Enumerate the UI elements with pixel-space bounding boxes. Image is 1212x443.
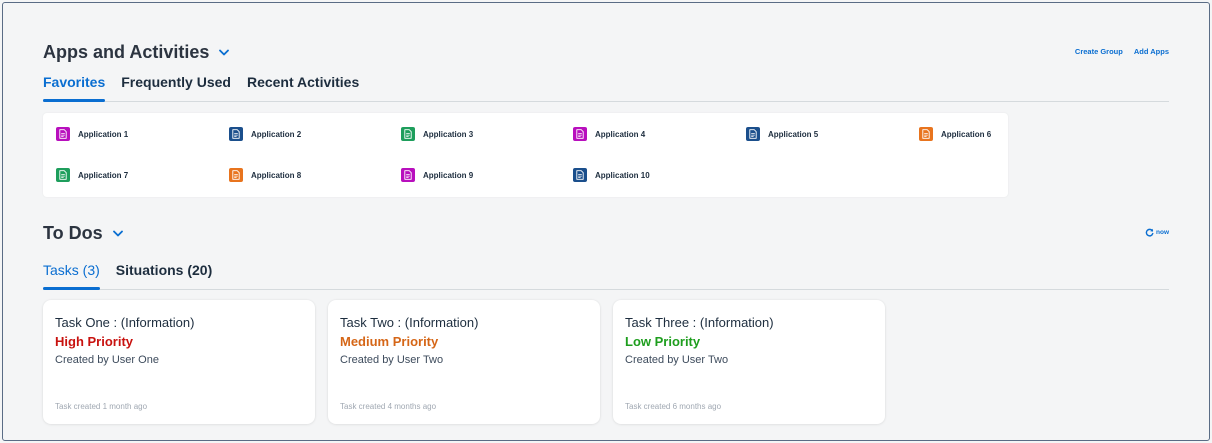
chevron-down-icon[interactable] xyxy=(218,47,230,59)
app-tile[interactable]: Application 1 xyxy=(56,127,128,141)
app-tile[interactable]: Application 5 xyxy=(746,127,818,141)
create-group-link[interactable]: Create Group xyxy=(1075,47,1123,56)
task-creator: Created by User Two xyxy=(625,354,729,366)
task-creator: Created by User Two xyxy=(340,354,444,366)
refresh-button[interactable]: now xyxy=(1145,228,1169,237)
document-icon xyxy=(746,127,760,141)
task-card[interactable]: Task Two : (Information) Medium Priority… xyxy=(328,300,600,424)
app-label: Application 4 xyxy=(595,129,646,139)
app-tile[interactable]: Application 7 xyxy=(56,168,128,182)
document-icon xyxy=(229,127,243,141)
refresh-label: now xyxy=(1156,229,1169,236)
document-icon xyxy=(573,127,587,141)
app-label: Application 1 xyxy=(78,129,129,139)
apps-header-actions: Create Group Add Apps xyxy=(1075,47,1169,56)
app-tile[interactable]: Application 10 xyxy=(573,168,650,182)
task-title: Task Three : (Information) xyxy=(625,315,774,330)
task-title: Task One : (Information) xyxy=(55,315,195,330)
app-label: Application 2 xyxy=(251,129,302,139)
app-label: Application 7 xyxy=(78,170,129,180)
document-icon xyxy=(919,127,933,141)
app-label: Application 8 xyxy=(251,170,302,180)
tab-recent-activities[interactable]: Recent Activities xyxy=(247,74,359,101)
app-tile[interactable]: Application 6 xyxy=(919,127,991,141)
tab-frequently-used[interactable]: Frequently Used xyxy=(121,74,231,101)
task-created-time: Task created 4 months ago xyxy=(340,402,437,411)
app-label: Application 10 xyxy=(595,170,650,180)
task-priority: Low Priority xyxy=(625,334,701,349)
document-icon xyxy=(56,127,70,141)
task-created-time: Task created 1 month ago xyxy=(55,402,148,411)
app-tile[interactable]: Application 4 xyxy=(573,127,645,141)
app-tile[interactable]: Application 3 xyxy=(401,127,473,141)
favorites-apps-panel: Application 1 Application 2 Application … xyxy=(43,113,1008,197)
app-tile[interactable]: Application 2 xyxy=(229,127,301,141)
page-frame: Apps and Activities Create Group Add App… xyxy=(2,2,1210,441)
task-card[interactable]: Task Three : (Information) Low Priority … xyxy=(613,300,885,424)
tab-favorites[interactable]: Favorites xyxy=(43,74,106,102)
task-card[interactable]: Task One : (Information) High Priority C… xyxy=(43,300,315,424)
document-icon xyxy=(229,168,243,182)
task-creator: Created by User One xyxy=(55,354,159,366)
task-priority: High Priority xyxy=(55,334,134,349)
app-label: Application 3 xyxy=(423,129,474,139)
tab-tasks[interactable]: Tasks (3) xyxy=(43,262,100,290)
task-priority: Medium Priority xyxy=(340,334,439,349)
apps-section-header: Apps and Activities xyxy=(43,42,230,63)
tab-situations[interactable]: Situations (20) xyxy=(116,262,212,289)
document-icon xyxy=(56,168,70,182)
document-icon xyxy=(401,127,415,141)
refresh-icon xyxy=(1145,228,1154,237)
app-label: Application 9 xyxy=(423,170,474,180)
apps-section-title: Apps and Activities xyxy=(43,42,210,62)
app-label: Application 6 xyxy=(941,129,992,139)
document-icon xyxy=(401,168,415,182)
todos-section-title: To Dos xyxy=(43,223,103,243)
task-title: Task Two : (Information) xyxy=(340,315,479,330)
apps-tabbar: Favorites Frequently Used Recent Activit… xyxy=(43,74,1169,102)
task-created-time: Task created 6 months ago xyxy=(625,402,722,411)
document-icon xyxy=(573,168,587,182)
app-tile[interactable]: Application 8 xyxy=(229,168,301,182)
add-apps-link[interactable]: Add Apps xyxy=(1134,47,1169,56)
app-tile[interactable]: Application 9 xyxy=(401,168,473,182)
app-label: Application 5 xyxy=(768,129,819,139)
todos-tabbar: Tasks (3) Situations (20) xyxy=(43,262,1169,290)
todos-section-header: To Dos xyxy=(43,223,124,244)
chevron-down-icon[interactable] xyxy=(112,228,124,240)
